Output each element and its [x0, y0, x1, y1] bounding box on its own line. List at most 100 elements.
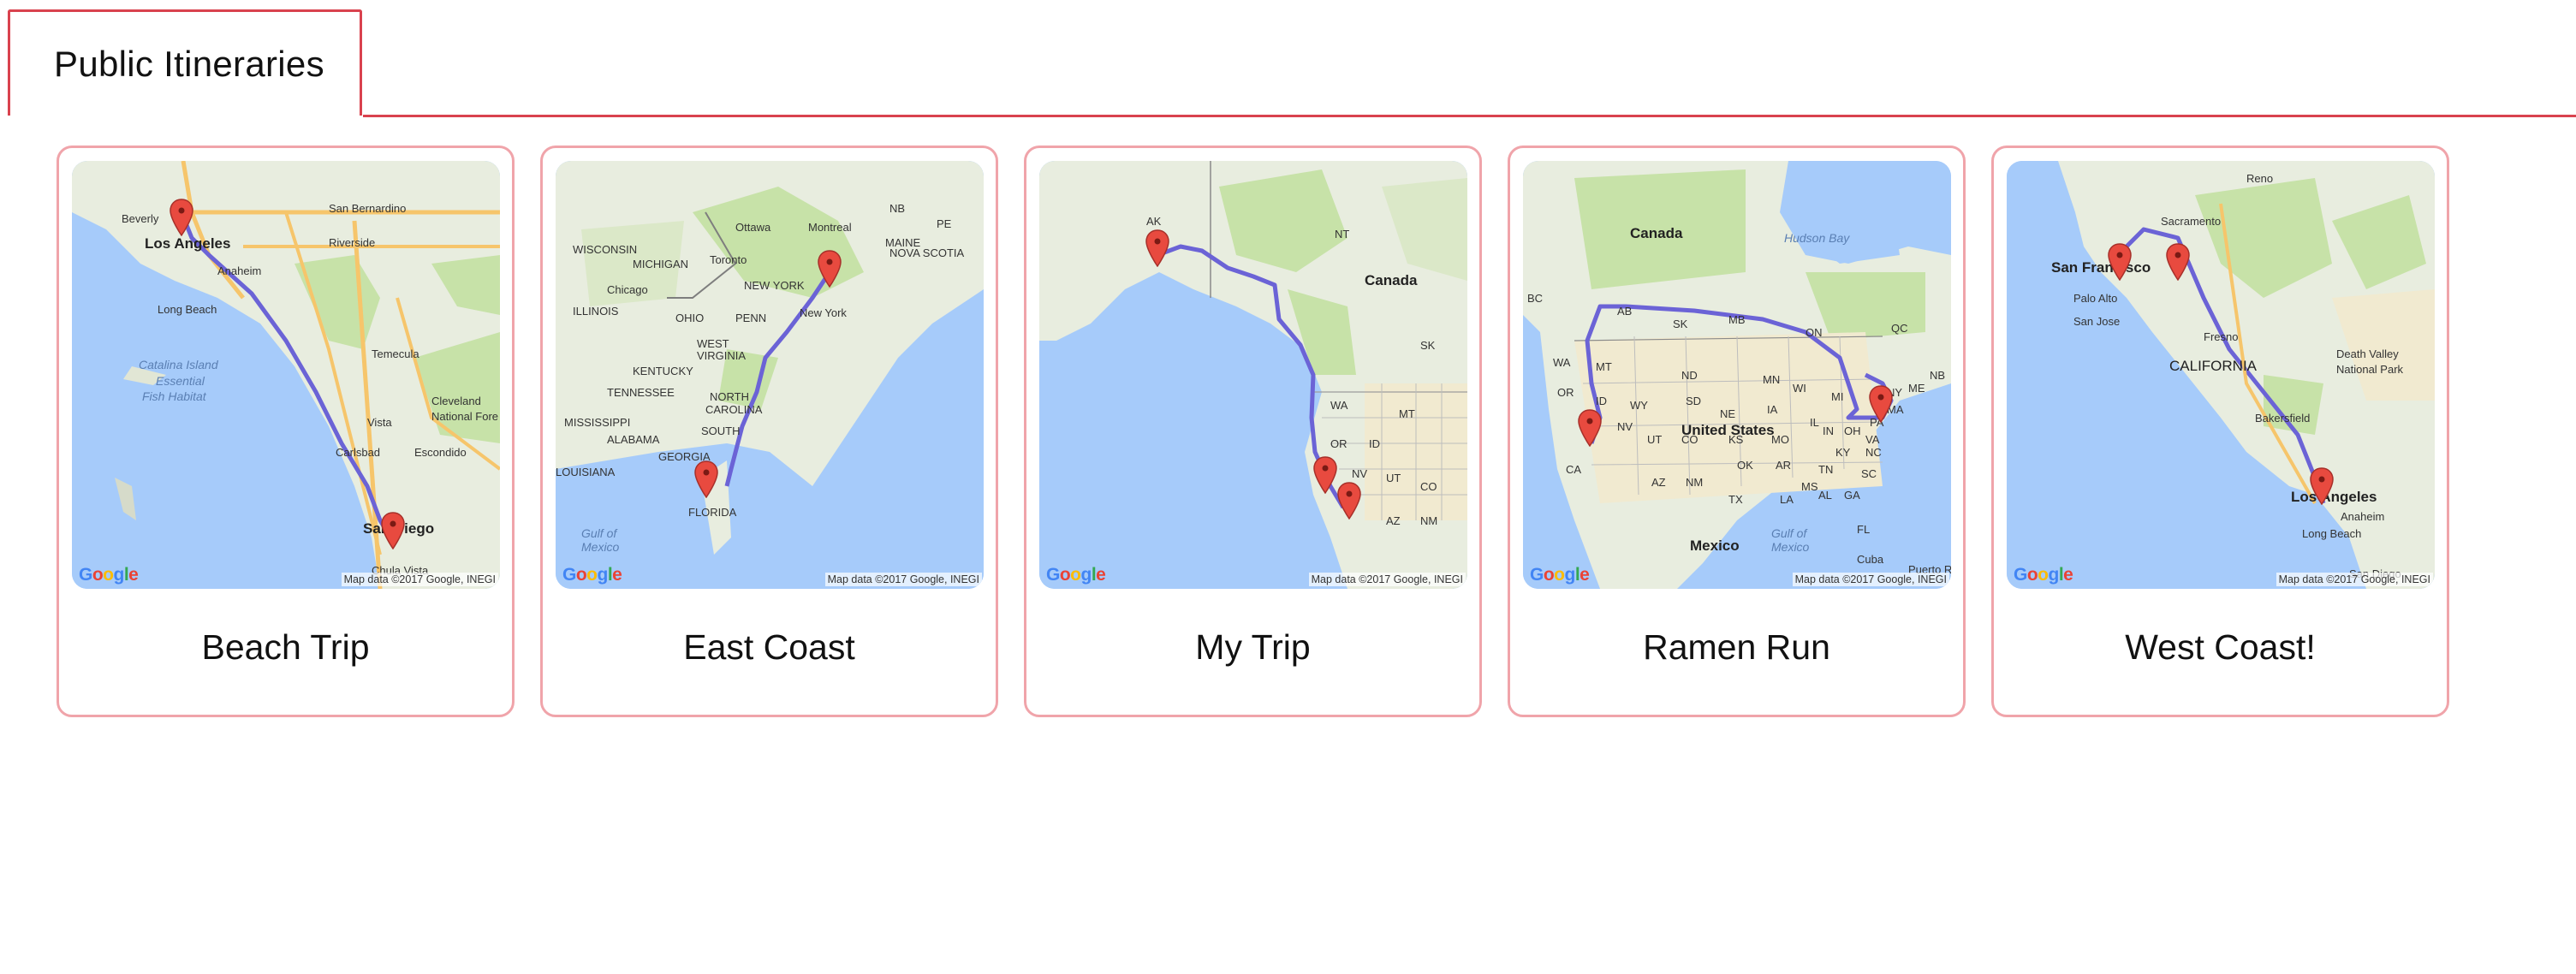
- svg-text:Fish Habitat: Fish Habitat: [142, 389, 207, 403]
- svg-text:ME: ME: [1908, 382, 1925, 395]
- svg-text:FLORIDA: FLORIDA: [688, 506, 737, 519]
- svg-text:MN: MN: [1763, 373, 1780, 386]
- svg-text:Vista: Vista: [367, 416, 392, 429]
- svg-text:OR: OR: [1557, 386, 1574, 399]
- map-thumbnail[interactable]: Beverly Los Angeles San Bernardino River…: [72, 161, 500, 589]
- itinerary-card-my-trip[interactable]: AK NT Canada SK WA MT OR ID NV UT CO AZ …: [1024, 146, 1482, 717]
- svg-text:NT: NT: [1335, 228, 1349, 241]
- svg-text:WI: WI: [1793, 382, 1806, 395]
- svg-text:Fresno: Fresno: [2204, 330, 2238, 343]
- svg-text:NB: NB: [1930, 369, 1945, 382]
- card-title: East Coast: [683, 627, 855, 667]
- svg-text:ALABAMA: ALABAMA: [607, 433, 660, 446]
- svg-text:Bakersfield: Bakersfield: [2255, 412, 2310, 425]
- svg-text:MISSISSIPPI: MISSISSIPPI: [564, 416, 630, 429]
- route-map: Ottawa Montreal WISCONSIN MICHIGAN Toron…: [556, 161, 984, 589]
- svg-text:MS: MS: [1801, 480, 1818, 493]
- svg-text:MB: MB: [1728, 313, 1746, 326]
- map-thumbnail[interactable]: Ottawa Montreal WISCONSIN MICHIGAN Toron…: [556, 161, 984, 589]
- google-logo: Google: [562, 565, 622, 585]
- svg-text:WISCONSIN: WISCONSIN: [573, 243, 637, 256]
- svg-text:Mexico: Mexico: [1690, 537, 1740, 554]
- card-title: My Trip: [1195, 627, 1311, 667]
- svg-text:Canada: Canada: [1630, 225, 1683, 241]
- svg-text:CO: CO: [1420, 480, 1437, 493]
- svg-text:WY: WY: [1630, 399, 1648, 412]
- svg-text:NEW YORK: NEW YORK: [744, 279, 805, 292]
- svg-text:ID: ID: [1596, 395, 1607, 407]
- svg-text:TX: TX: [1728, 493, 1743, 506]
- svg-text:AL: AL: [1818, 489, 1832, 502]
- svg-text:Anaheim: Anaheim: [217, 264, 261, 277]
- svg-text:Riverside: Riverside: [329, 236, 375, 249]
- map-thumbnail[interactable]: Canada Hudson Bay BC AB SK MB ON QC NB M…: [1523, 161, 1951, 589]
- svg-text:Reno: Reno: [2246, 172, 2273, 185]
- svg-text:BC: BC: [1527, 292, 1543, 305]
- svg-text:National Park: National Park: [2336, 363, 2404, 376]
- svg-text:UT: UT: [1647, 433, 1662, 446]
- svg-text:NM: NM: [1686, 476, 1703, 489]
- svg-text:NV: NV: [1352, 467, 1367, 480]
- svg-text:GEORGIA: GEORGIA: [658, 450, 711, 463]
- svg-text:LOUISIANA: LOUISIANA: [556, 466, 616, 478]
- svg-text:New York: New York: [800, 306, 847, 319]
- svg-text:OH: OH: [1844, 425, 1861, 437]
- card-title: West Coast!: [2125, 627, 2316, 667]
- itinerary-card-west-coast[interactable]: Reno Sacramento San Francisco Palo Alto …: [1991, 146, 2449, 717]
- svg-text:Essential: Essential: [156, 374, 205, 388]
- itinerary-card-ramen-run[interactable]: Canada Hudson Bay BC AB SK MB ON QC NB M…: [1508, 146, 1966, 717]
- svg-text:Catalina Island: Catalina Island: [139, 358, 219, 371]
- svg-text:Montreal: Montreal: [808, 221, 852, 234]
- svg-text:OK: OK: [1737, 459, 1753, 472]
- itinerary-card-beach-trip[interactable]: Beverly Los Angeles San Bernardino River…: [57, 146, 515, 717]
- svg-text:GA: GA: [1844, 489, 1860, 502]
- svg-text:OR: OR: [1330, 437, 1347, 450]
- card-title: Beach Trip: [201, 627, 370, 667]
- svg-text:Death Valley: Death Valley: [2336, 347, 2399, 360]
- google-logo: Google: [1046, 565, 1106, 585]
- map-credit: Map data ©2017 Google, INEGI: [1308, 573, 1466, 586]
- svg-text:ON: ON: [1806, 326, 1823, 339]
- tab-public-itineraries[interactable]: Public Itineraries: [8, 9, 362, 116]
- svg-text:National Fore: National Fore: [431, 410, 498, 423]
- svg-text:NB: NB: [889, 202, 905, 215]
- svg-text:ILLINOIS: ILLINOIS: [573, 305, 619, 318]
- svg-text:MT: MT: [1596, 360, 1612, 373]
- svg-text:San Jose: San Jose: [2073, 315, 2120, 328]
- svg-text:SOUTH: SOUTH: [701, 425, 741, 437]
- svg-text:FL: FL: [1857, 523, 1870, 536]
- itinerary-card-east-coast[interactable]: Ottawa Montreal WISCONSIN MICHIGAN Toron…: [540, 146, 998, 717]
- svg-text:WA: WA: [1330, 399, 1348, 412]
- svg-text:AR: AR: [1776, 459, 1791, 472]
- route-map: Beverly Los Angeles San Bernardino River…: [72, 161, 500, 589]
- svg-text:ID: ID: [1369, 437, 1380, 450]
- svg-text:Canada: Canada: [1365, 272, 1418, 288]
- svg-text:SC: SC: [1861, 467, 1877, 480]
- map-thumbnail[interactable]: Reno Sacramento San Francisco Palo Alto …: [2007, 161, 2435, 589]
- svg-text:AB: AB: [1617, 305, 1632, 318]
- svg-text:NOVA SCOTIA: NOVA SCOTIA: [889, 246, 964, 259]
- svg-text:WA: WA: [1553, 356, 1571, 369]
- svg-text:SK: SK: [1420, 339, 1436, 352]
- google-logo: Google: [1530, 565, 1590, 585]
- svg-text:San Bernardino: San Bernardino: [329, 202, 406, 215]
- svg-text:QC: QC: [1891, 322, 1908, 335]
- svg-text:LA: LA: [1780, 493, 1794, 506]
- svg-text:WEST: WEST: [697, 337, 729, 350]
- svg-text:NE: NE: [1720, 407, 1735, 420]
- map-thumbnail[interactable]: AK NT Canada SK WA MT OR ID NV UT CO AZ …: [1039, 161, 1467, 589]
- svg-text:Mexico: Mexico: [581, 540, 620, 554]
- svg-text:Los Angeles: Los Angeles: [145, 235, 230, 252]
- svg-text:UT: UT: [1386, 472, 1401, 484]
- card-title: Ramen Run: [1643, 627, 1830, 667]
- svg-text:Cuba: Cuba: [1857, 553, 1884, 566]
- svg-text:AZ: AZ: [1651, 476, 1666, 489]
- svg-text:VIRGINIA: VIRGINIA: [697, 349, 746, 362]
- svg-text:IN: IN: [1823, 425, 1834, 437]
- svg-text:United States: United States: [1681, 422, 1775, 438]
- svg-text:AZ: AZ: [1386, 514, 1401, 527]
- svg-text:Toronto: Toronto: [710, 253, 747, 266]
- svg-text:NV: NV: [1617, 420, 1633, 433]
- svg-text:AK: AK: [1146, 215, 1162, 228]
- svg-text:CAROLINA: CAROLINA: [705, 403, 763, 416]
